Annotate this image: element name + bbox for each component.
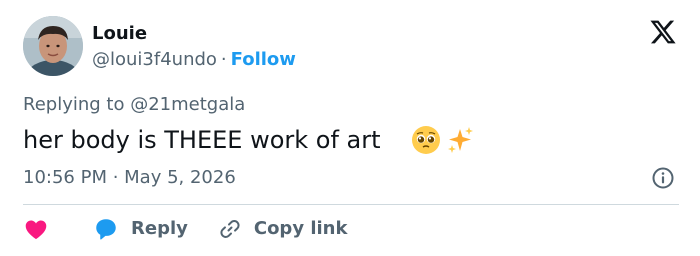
author-handle[interactable]: @loui3f4undo bbox=[92, 49, 217, 70]
like-button[interactable] bbox=[23, 216, 49, 242]
avatar[interactable] bbox=[23, 16, 83, 76]
heart-icon bbox=[25, 220, 47, 240]
pleading-face-emoji bbox=[412, 126, 440, 154]
author-name[interactable]: Louie bbox=[92, 22, 147, 46]
divider bbox=[23, 204, 679, 205]
sparkles-emoji bbox=[448, 127, 473, 153]
copy-link-button[interactable]: Copy link bbox=[218, 217, 348, 241]
reply-button[interactable]: Reply bbox=[93, 216, 188, 242]
follow-button[interactable]: Follow bbox=[231, 49, 296, 70]
reply-bubble-icon bbox=[96, 219, 116, 240]
replying-mention[interactable]: @21metgala bbox=[130, 94, 245, 115]
info-icon[interactable] bbox=[651, 166, 675, 190]
replying-to-line: Replying to @21metgala bbox=[23, 93, 245, 117]
x-logo-icon[interactable] bbox=[649, 18, 677, 46]
link-icon bbox=[220, 220, 240, 238]
action-bar: Reply Copy link bbox=[23, 214, 347, 244]
replying-prefix: Replying to bbox=[23, 94, 125, 115]
reply-label: Reply bbox=[131, 218, 188, 239]
tweet-embed-card: Louie @loui3f4undo · Follow Replying to @2… bbox=[0, 0, 700, 256]
tweet-text: her body is THEEE work of art bbox=[23, 126, 381, 154]
separator-dot: · bbox=[220, 49, 227, 70]
tweet-timestamp[interactable]: 10:56 PM · May 5, 2026 bbox=[23, 166, 236, 190]
author-handle-row: @loui3f4undo · Follow bbox=[92, 48, 296, 72]
copy-link-label: Copy link bbox=[253, 218, 348, 239]
emoji-group bbox=[411, 124, 475, 156]
